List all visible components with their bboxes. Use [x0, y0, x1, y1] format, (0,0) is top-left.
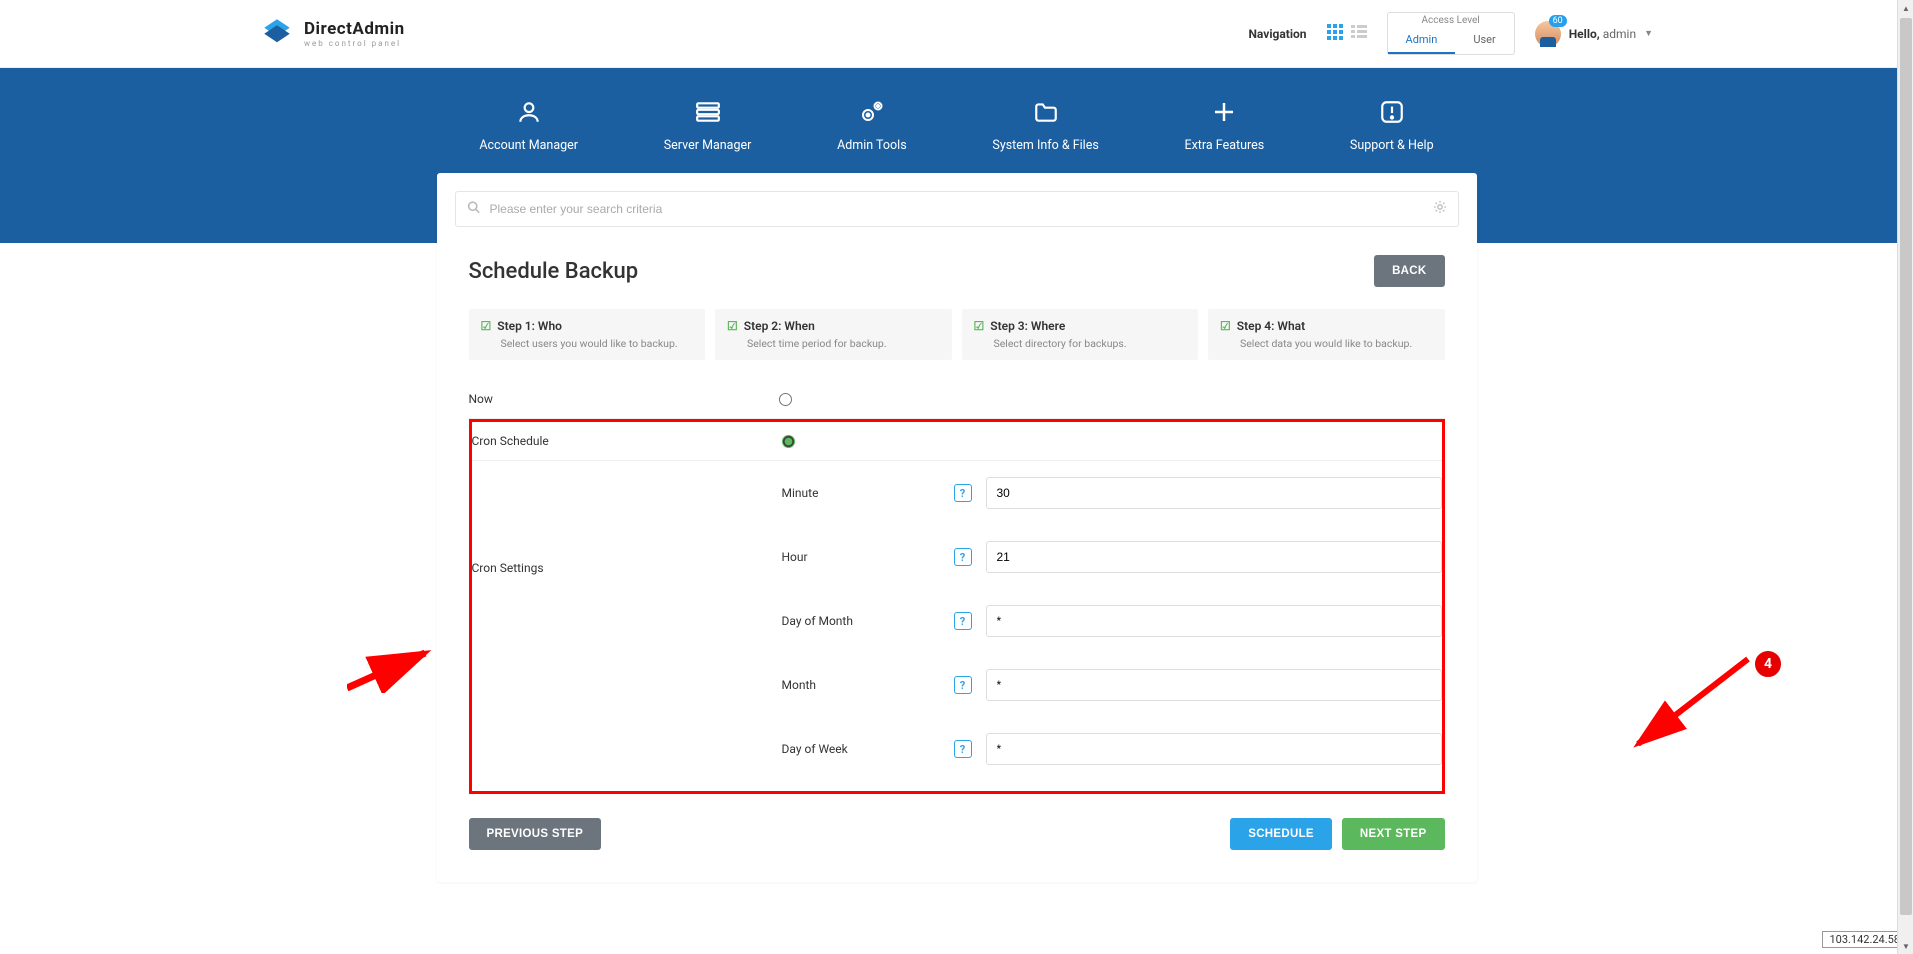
search-icon: [467, 201, 480, 218]
directadmin-logo-icon: [260, 15, 294, 53]
step-2[interactable]: ☑Step 2: When Select time period for bac…: [715, 309, 952, 360]
cron-hour-row: Hour ?: [782, 525, 1442, 589]
step-4[interactable]: ☑Step 4: What Select data you would like…: [1208, 309, 1445, 360]
chevron-down-icon: ▼: [1644, 28, 1653, 39]
search-input[interactable]: [455, 191, 1459, 227]
minute-label: Minute: [782, 486, 940, 500]
schedule-cron-row: Cron Schedule: [472, 422, 1442, 461]
nav-system-info[interactable]: System Info & Files: [992, 98, 1098, 153]
greeting-text: Hello, admin: [1569, 27, 1636, 41]
user-icon: [516, 98, 542, 126]
help-icon[interactable]: ?: [954, 484, 972, 502]
day-of-week-input[interactable]: [986, 733, 1442, 765]
help-icon[interactable]: ?: [954, 548, 972, 566]
highlighted-section: Cron Schedule Cron Settings Minute ? Hou…: [469, 419, 1445, 794]
content-card: Schedule Backup BACK ☑Step 1: Who Select…: [437, 173, 1477, 882]
cron-dom-row: Day of Month ?: [782, 589, 1442, 653]
gears-icon: [858, 98, 886, 126]
nav-support-help[interactable]: Support & Help: [1350, 98, 1434, 153]
help-icon[interactable]: ?: [954, 676, 972, 694]
list-view-icon[interactable]: [1351, 24, 1367, 44]
annotation-arrow-left: [347, 643, 437, 693]
navigation-label: Navigation: [1248, 27, 1306, 41]
grid-view-icon[interactable]: [1327, 24, 1343, 44]
topbar: DirectAdmin web control panel Navigation…: [0, 0, 1913, 68]
nav-admin-tools[interactable]: Admin Tools: [837, 98, 907, 153]
day-of-week-label: Day of Week: [782, 742, 940, 756]
logo[interactable]: DirectAdmin web control panel: [260, 15, 405, 53]
cron-minute-row: Minute ?: [782, 461, 1442, 525]
footer-buttons: PREVIOUS STEP SCHEDULE NEXT STEP: [455, 794, 1459, 864]
back-button[interactable]: BACK: [1374, 255, 1444, 287]
scrollbar-thumb[interactable]: [1900, 18, 1912, 915]
logo-subtitle: web control panel: [304, 39, 405, 48]
scrollbar[interactable]: ▲ ▼: [1897, 0, 1913, 954]
access-tab-user[interactable]: User: [1455, 27, 1513, 54]
nav-server-manager[interactable]: Server Manager: [664, 98, 752, 153]
server-icon: [695, 98, 721, 126]
cron-schedule-radio[interactable]: [782, 435, 795, 448]
annotation-badge-4: 4: [1753, 649, 1783, 679]
gear-icon[interactable]: [1433, 200, 1447, 218]
steps-indicator: ☑Step 1: Who Select users you would like…: [455, 309, 1459, 380]
cron-dow-row: Day of Week ?: [782, 717, 1442, 781]
scrollbar-down-icon[interactable]: ▼: [1898, 938, 1913, 954]
nav-account-manager[interactable]: Account Manager: [479, 98, 578, 153]
user-menu[interactable]: 60 Hello, admin ▼: [1535, 21, 1653, 47]
logo-title: DirectAdmin: [304, 19, 405, 39]
cron-settings-label: Cron Settings: [472, 461, 782, 781]
month-input[interactable]: [986, 669, 1442, 701]
cron-settings-area: Cron Settings Minute ? Hour ? Day of Mon…: [472, 461, 1442, 781]
day-of-month-label: Day of Month: [782, 614, 940, 628]
month-label: Month: [782, 678, 940, 692]
access-level-switcher: Access Level Admin User: [1387, 12, 1515, 55]
now-label: Now: [469, 392, 779, 406]
help-icon[interactable]: ?: [954, 612, 972, 630]
check-icon: ☑: [1220, 319, 1231, 333]
cron-month-row: Month ?: [782, 653, 1442, 717]
search-bar: [455, 191, 1459, 227]
minute-input[interactable]: [986, 477, 1442, 509]
help-icon[interactable]: ?: [954, 740, 972, 758]
hour-label: Hour: [782, 550, 940, 564]
previous-step-button[interactable]: PREVIOUS STEP: [469, 818, 602, 850]
schedule-now-row: Now: [469, 380, 1445, 419]
hour-input[interactable]: [986, 541, 1442, 573]
now-radio[interactable]: [779, 393, 792, 406]
folder-icon: [1033, 98, 1059, 126]
check-icon: ☑: [727, 319, 738, 333]
step-3[interactable]: ☑Step 3: Where Select directory for back…: [962, 309, 1199, 360]
check-icon: ☑: [974, 319, 985, 333]
schedule-button[interactable]: SCHEDULE: [1230, 818, 1332, 850]
page-title: Schedule Backup: [469, 259, 639, 284]
plus-icon: [1212, 98, 1236, 126]
step-1[interactable]: ☑Step 1: Who Select users you would like…: [469, 309, 706, 360]
next-step-button[interactable]: NEXT STEP: [1342, 818, 1445, 850]
status-bar-ip: 103.142.24.58: [1822, 931, 1907, 948]
nav-extra-features[interactable]: Extra Features: [1185, 98, 1265, 153]
scrollbar-up-icon[interactable]: ▲: [1898, 0, 1913, 16]
cron-schedule-label: Cron Schedule: [472, 434, 782, 448]
alert-icon: [1379, 98, 1405, 126]
notification-badge: 60: [1549, 15, 1567, 27]
access-level-label: Access Level: [1421, 15, 1479, 26]
access-tab-admin[interactable]: Admin: [1388, 27, 1456, 54]
annotation-arrow-4: [1623, 654, 1753, 754]
day-of-month-input[interactable]: [986, 605, 1442, 637]
check-icon: ☑: [481, 319, 492, 333]
